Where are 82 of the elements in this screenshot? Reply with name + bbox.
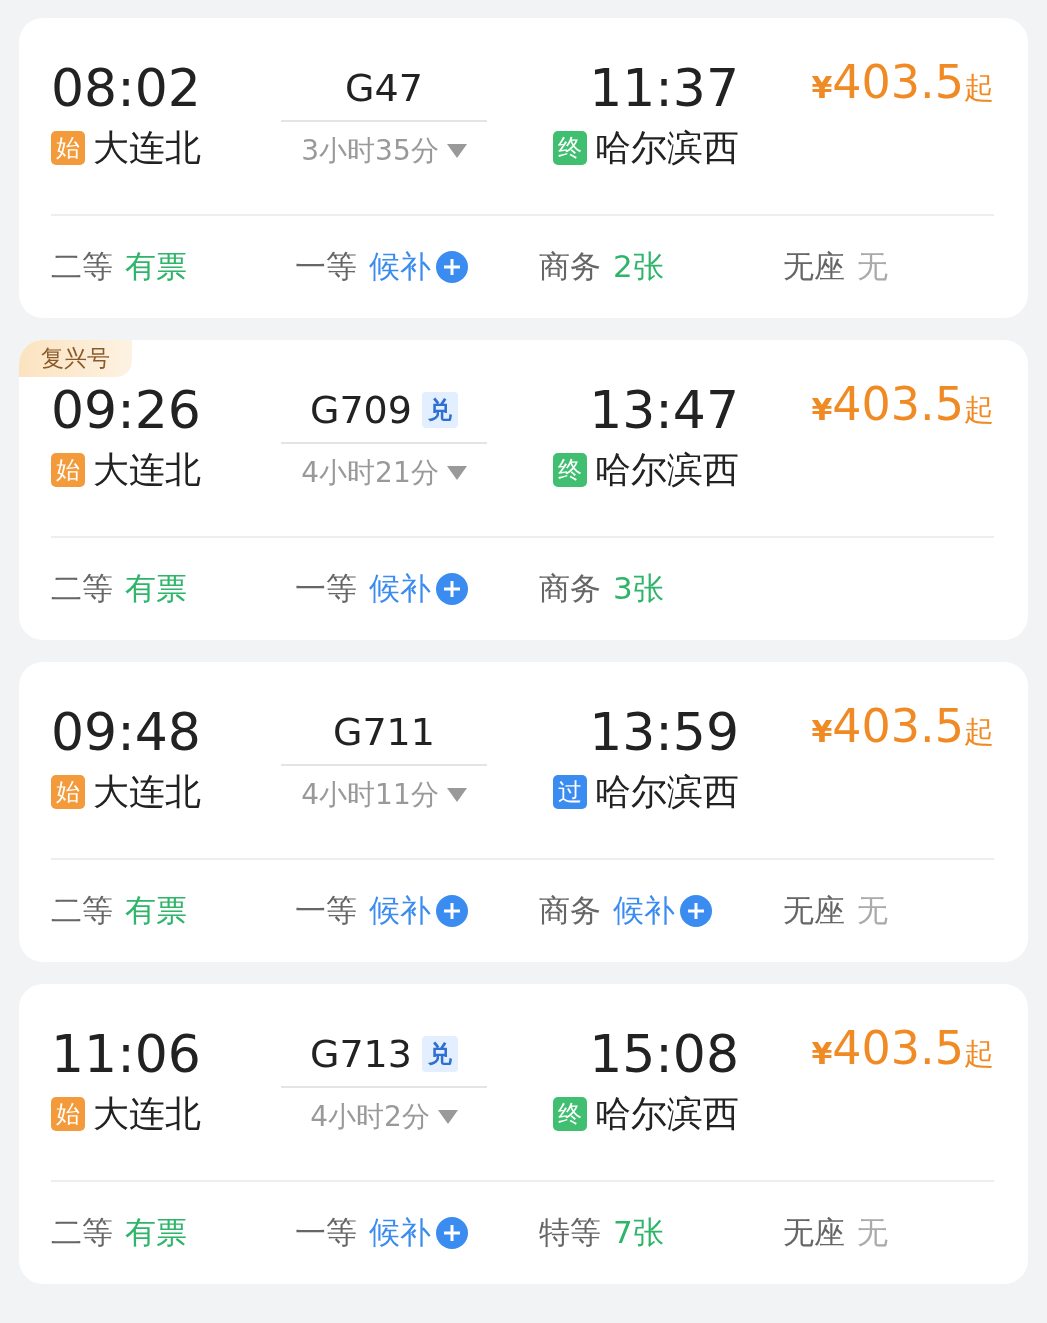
exchange-tag: 兑: [422, 1036, 458, 1072]
seat-class: 二等: [51, 569, 113, 608]
caret-icon[interactable]: [446, 144, 467, 158]
seat-class: 商务: [539, 247, 601, 286]
price: ¥403.5起: [811, 698, 994, 755]
price: ¥403.5起: [811, 54, 994, 111]
seat-availability: 候补: [369, 891, 431, 930]
seat-class: 商务: [539, 569, 601, 608]
departure-station: 大连北: [93, 448, 201, 492]
arrival-station: 哈尔滨西: [595, 1092, 739, 1136]
station-tag: 终: [553, 1097, 587, 1131]
departure-time: 09:48: [51, 701, 201, 764]
seat-availability: 无: [857, 247, 888, 286]
departure-station: 大连北: [93, 770, 201, 814]
station-tag: 终: [553, 131, 587, 165]
train-type-badge: 复兴号: [19, 340, 132, 377]
plus-icon[interactable]: [679, 894, 713, 928]
train-card[interactable]: 09:48 始 大连北 G711 4小时11分 13:59 过 哈尔滨西 ¥403.5起 二等 有票 一等 候补 商务 候补 无座 无: [19, 662, 1028, 962]
train-card[interactable]: 11:06 始 大连北 G713 兑 4小时2分 15:08 终 哈尔滨西 ¥403.5起 二等 有票 一等 候补 特等 7张 无座 无: [19, 984, 1028, 1284]
caret-icon[interactable]: [446, 788, 467, 802]
departure-station: 大连北: [93, 126, 201, 170]
seat-availability: 7张: [613, 1213, 664, 1252]
seat-availability: 有票: [125, 247, 187, 286]
arrival-time: 13:47: [589, 379, 739, 442]
departure-time: 08:02: [51, 57, 201, 120]
arrival-station: 哈尔滨西: [595, 770, 739, 814]
duration: 4小时11分: [301, 777, 439, 813]
departure-station: 大连北: [93, 1092, 201, 1136]
seat-availability: 无: [857, 1213, 888, 1252]
duration: 4小时21分: [301, 455, 439, 491]
plus-icon[interactable]: [435, 894, 469, 928]
seat-class: 商务: [539, 891, 601, 930]
station-tag: 始: [51, 453, 85, 487]
seat-class: 无座: [783, 1213, 845, 1252]
plus-icon[interactable]: [435, 572, 469, 606]
departure-time: 11:06: [51, 1023, 201, 1086]
arrival-station: 哈尔滨西: [595, 126, 739, 170]
seat-availability: 有票: [125, 1213, 187, 1252]
seat-availability: 无: [857, 891, 888, 930]
train-card[interactable]: 复兴号 09:26 始 大连北 G709 兑 4小时21分 13:47 终 哈尔滨西 ¥403.5起 二等 有票 一等 候补 商务 3张: [19, 340, 1028, 640]
departure-time: 09:26: [51, 379, 201, 442]
seat-availability: 有票: [125, 891, 187, 930]
caret-icon[interactable]: [446, 466, 467, 480]
train-number: G711: [333, 710, 435, 754]
station-tag: 始: [51, 1097, 85, 1131]
seat-availability: 候补: [369, 569, 431, 608]
seat-availability: 候补: [369, 247, 431, 286]
seat-class: 二等: [51, 1213, 113, 1252]
station-tag: 始: [51, 131, 85, 165]
arrival-time: 15:08: [589, 1023, 739, 1086]
seat-class: 无座: [783, 891, 845, 930]
seat-class: 一等: [295, 569, 357, 608]
arrival-station: 哈尔滨西: [595, 448, 739, 492]
train-number: G713: [310, 1032, 412, 1076]
arrival-time: 11:37: [589, 57, 739, 120]
plus-icon[interactable]: [435, 1216, 469, 1250]
seat-class: 二等: [51, 247, 113, 286]
train-number: G47: [345, 66, 423, 110]
caret-icon[interactable]: [437, 1110, 458, 1124]
plus-icon[interactable]: [435, 250, 469, 284]
arrival-time: 13:59: [589, 701, 739, 764]
seat-class: 一等: [295, 247, 357, 286]
seat-availability: 2张: [613, 247, 664, 286]
train-card[interactable]: 08:02 始 大连北 G47 3小时35分 11:37 终 哈尔滨西 ¥403.5起 二等 有票 一等 候补 商务 2张 无座 无: [19, 18, 1028, 318]
exchange-tag: 兑: [422, 392, 458, 428]
train-number: G709: [310, 388, 412, 432]
duration: 4小时2分: [310, 1099, 430, 1135]
seat-class: 无座: [783, 247, 845, 286]
duration: 3小时35分: [301, 133, 439, 169]
station-tag: 始: [51, 775, 85, 809]
seat-class: 特等: [539, 1213, 601, 1252]
seat-class: 一等: [295, 1213, 357, 1252]
seat-availability: 候补: [369, 1213, 431, 1252]
seat-availability: 有票: [125, 569, 187, 608]
seat-class: 一等: [295, 891, 357, 930]
station-tag: 终: [553, 453, 587, 487]
station-tag: 过: [553, 775, 587, 809]
seat-availability: 候补: [613, 891, 675, 930]
price: ¥403.5起: [811, 376, 994, 433]
price: ¥403.5起: [811, 1020, 994, 1077]
seat-availability: 3张: [613, 569, 664, 608]
seat-class: 二等: [51, 891, 113, 930]
